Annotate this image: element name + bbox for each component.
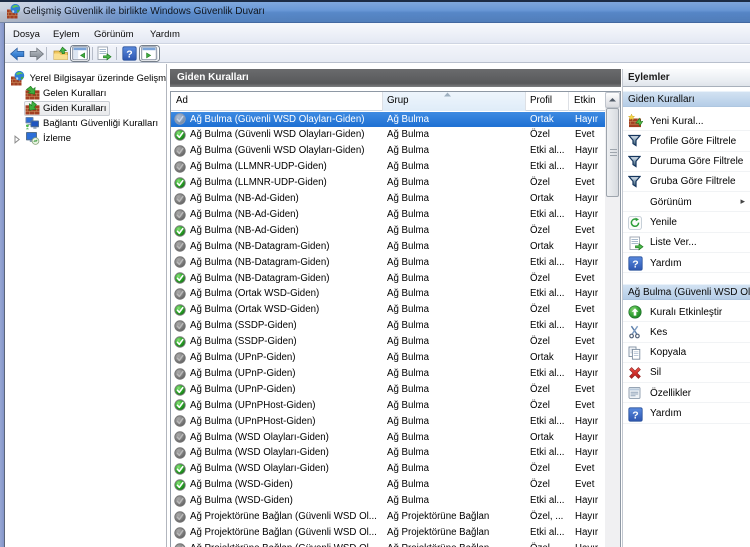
- svg-text:?: ?: [632, 409, 638, 421]
- svg-text:?: ?: [632, 258, 638, 270]
- svg-text:?: ?: [126, 48, 132, 60]
